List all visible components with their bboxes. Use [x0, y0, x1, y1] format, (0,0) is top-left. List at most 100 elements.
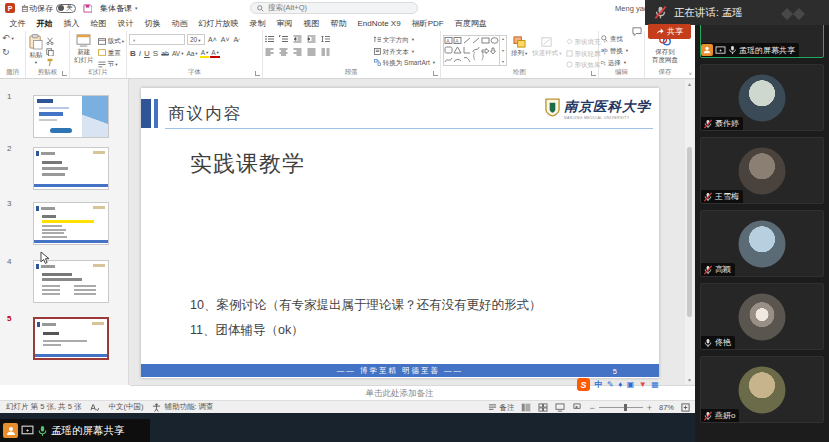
zoom-percentage[interactable]: 87% — [659, 403, 674, 412]
underline-button[interactable]: U — [143, 49, 151, 58]
notes-toggle-button[interactable]: 备注 — [488, 403, 514, 413]
ime-mic-icon[interactable]: ♦ — [618, 380, 622, 389]
clear-formatting-button[interactable]: A̷ — [233, 36, 240, 43]
tab-transitions[interactable]: 切换 — [139, 16, 166, 31]
layout-button[interactable]: 版式 — [98, 36, 124, 47]
tab-animations[interactable]: 动画 — [166, 16, 193, 31]
ime-emoji-icon[interactable]: ▣ — [627, 380, 635, 389]
normal-view-icon[interactable] — [521, 403, 531, 412]
tab-design[interactable]: 设计 — [112, 16, 139, 31]
tab-draw[interactable]: 绘图 — [85, 16, 112, 31]
spellcheck-icon[interactable] — [90, 403, 99, 412]
italic-button[interactable]: I — [138, 49, 142, 58]
align-text-button[interactable]: 对齐文本 — [374, 47, 435, 57]
tab-endnote[interactable]: EndNote X9 — [352, 16, 406, 31]
quick-styles-button[interactable]: 快速样式 — [531, 34, 562, 67]
fit-to-window-icon[interactable] — [681, 403, 690, 412]
slide-title[interactable]: 商议内容 — [168, 103, 242, 125]
font-name-combo[interactable] — [129, 34, 185, 45]
ime-toolbar[interactable]: S 中 ✎ ♦ ▣ ▼ ▦ — [574, 377, 695, 392]
participant-tile[interactable]: 王雪梅 — [700, 137, 824, 204]
tab-home[interactable]: 开始 — [31, 16, 58, 31]
collapse-ribbon-chevron[interactable]: ˅ — [689, 71, 692, 77]
slide-thumbnail-1[interactable] — [33, 95, 109, 138]
autosave-control[interactable]: 自动保存 关 — [21, 3, 76, 14]
new-slide-button[interactable]: 新建 幻灯片 — [72, 34, 96, 67]
shapes-gallery-scroll[interactable]: ▲▼▼ — [500, 35, 507, 66]
increase-indent-button[interactable] — [307, 35, 316, 43]
align-right-button[interactable] — [293, 48, 302, 56]
comments-icon[interactable] — [632, 27, 642, 36]
numbering-button[interactable] — [279, 35, 288, 43]
char-spacing-button[interactable]: AV — [171, 50, 184, 57]
arrange-button[interactable]: 排列 — [510, 34, 528, 67]
font-color-button[interactable]: A — [210, 49, 220, 58]
shapes-gallery[interactable]: A A — [443, 35, 500, 66]
grow-font-button[interactable]: A˄ — [207, 36, 218, 43]
smartart-button[interactable]: 转换为 SmartArt — [374, 58, 435, 68]
tab-baidu-netdisk[interactable]: 百度网盘 — [449, 16, 492, 31]
tab-foxit-pdf[interactable]: 福昕PDF — [406, 16, 449, 31]
drawing-dialog-launcher[interactable] — [591, 71, 596, 76]
slide-canvas[interactable]: 商议内容 南京医科大学 NANJING MEDICAL UNIVERSITY 实… — [141, 88, 659, 378]
zoom-slider[interactable]: − + — [589, 403, 652, 413]
slide-thumbnail-5[interactable] — [33, 317, 109, 360]
decrease-indent-button[interactable] — [293, 35, 302, 43]
columns-button[interactable] — [321, 48, 330, 56]
tab-insert[interactable]: 插入 — [58, 16, 85, 31]
slide-thumbnail-2[interactable] — [33, 147, 109, 190]
justify-button[interactable] — [307, 48, 316, 56]
save-icon[interactable] — [83, 4, 92, 13]
slide-sorter-icon[interactable] — [538, 403, 548, 412]
tab-view[interactable]: 视图 — [298, 16, 325, 31]
ime-skin-icon[interactable]: ▼ — [639, 380, 647, 389]
font-size-combo[interactable]: 20 — [187, 34, 205, 45]
search-input[interactable]: 搜索(Alt+Q) — [250, 2, 418, 14]
line-spacing-button[interactable] — [321, 35, 330, 43]
screen-share-banner[interactable]: 孟瑶的屏幕共享 — [0, 419, 150, 442]
participant-tile[interactable]: 聂作婷 — [700, 64, 824, 131]
font-dialog-launcher[interactable] — [255, 71, 260, 76]
cut-icon[interactable] — [46, 37, 54, 45]
format-painter-icon[interactable] — [46, 58, 54, 66]
bullets-button[interactable] — [265, 35, 274, 43]
paste-button[interactable]: 粘贴▾ — [28, 34, 44, 67]
accessibility-status[interactable]: 辅助功能: 调查 — [152, 402, 213, 412]
slideshow-view-icon[interactable] — [572, 403, 582, 412]
reset-button[interactable]: 重置 — [98, 48, 124, 58]
autosave-toggle[interactable]: 关 — [56, 4, 76, 13]
slide-bullet-item[interactable]: 10、案例讨论（有专家提出属于理论课？还有没有更好的形式） — [190, 297, 541, 314]
replace-button[interactable]: ab替换 — [601, 46, 642, 56]
language-status[interactable]: 中文(中国) — [108, 402, 143, 412]
tab-record[interactable]: 录制 — [244, 16, 271, 31]
shrink-font-button[interactable]: A˅ — [220, 36, 231, 43]
align-center-button[interactable] — [279, 48, 288, 56]
participant-tile[interactable]: 佟艳 — [700, 283, 824, 350]
change-case-button[interactable]: Aa — [185, 50, 198, 57]
ime-language-icon[interactable]: 中 — [595, 379, 603, 390]
tab-file[interactable]: 文件 — [4, 16, 31, 31]
ime-pen-icon[interactable]: ✎ — [607, 380, 614, 389]
align-left-button[interactable] — [265, 48, 274, 56]
slide-bullet-item[interactable]: 11、团体辅导（ok） — [190, 322, 304, 339]
tab-review[interactable]: 审阅 — [271, 16, 298, 31]
highlight-color-button[interactable]: A — [200, 49, 210, 58]
redo-button[interactable]: ↻ — [2, 48, 23, 58]
tab-help[interactable]: 帮助 — [325, 16, 352, 31]
slide-heading[interactable]: 实践课教学 — [190, 149, 305, 179]
slide-thumbnail-3[interactable] — [33, 202, 109, 245]
document-title[interactable]: 集体备课▾ — [100, 3, 138, 14]
strikethrough-button[interactable]: ab — [160, 50, 170, 57]
clipboard-dialog-launcher[interactable] — [62, 71, 67, 76]
bold-button[interactable]: B — [129, 49, 137, 58]
participant-tile[interactable]: 高颖 — [700, 210, 824, 277]
shadow-button[interactable]: S — [152, 49, 159, 58]
reading-view-icon[interactable] — [555, 403, 565, 412]
select-button[interactable]: ▻选择 — [601, 58, 642, 68]
participant-tile[interactable]: 燕妍o — [700, 356, 824, 423]
tab-slideshow[interactable]: 幻灯片放映 — [193, 16, 244, 31]
vertical-scrollbar[interactable]: ▲▼ — [685, 80, 694, 384]
sogou-ime-icon[interactable]: S — [577, 378, 590, 391]
share-button[interactable]: 共享 — [648, 24, 691, 39]
undo-button[interactable]: ↶▾ — [2, 34, 23, 44]
